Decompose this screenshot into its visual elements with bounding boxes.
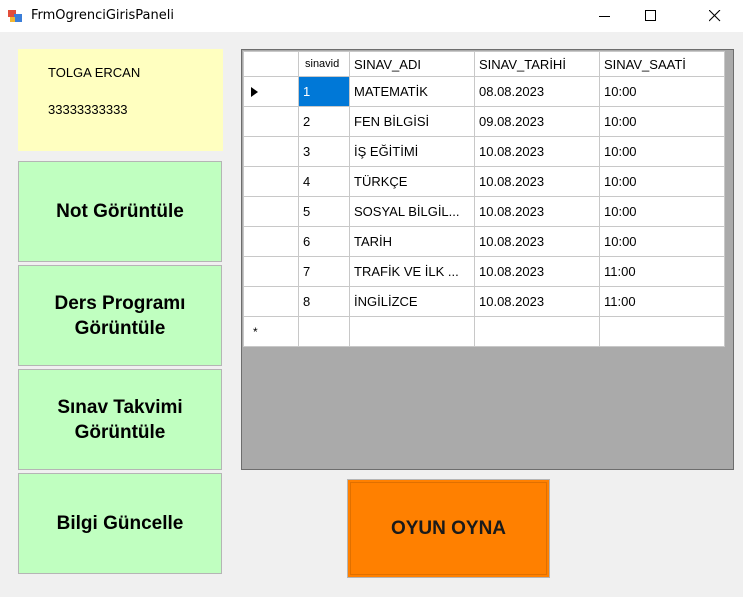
row-header[interactable]: [243, 286, 299, 317]
cell-sinav-tarihi[interactable]: [474, 316, 600, 347]
cell-sinavid[interactable]: 1: [298, 76, 350, 107]
cell-sinav-adi[interactable]: MATEMATİK: [349, 76, 475, 107]
row-header[interactable]: [243, 166, 299, 197]
cell-sinav-saati[interactable]: 10:00: [599, 166, 725, 197]
exam-table: sinavid SINAV_ADI SINAV_TARİHİ SINAV_SAA…: [243, 51, 725, 347]
cell-sinav-adi[interactable]: İŞ EĞİTİMİ: [349, 136, 475, 167]
cell-sinav-adi[interactable]: [349, 316, 475, 347]
table-row[interactable]: 1 MATEMATİK 08.08.2023 10:00: [243, 76, 725, 107]
column-header-sinav-saati[interactable]: SINAV_SAATİ: [599, 51, 725, 77]
cell-sinavid[interactable]: 3: [298, 136, 350, 167]
cell-sinavid[interactable]: 5: [298, 196, 350, 227]
cell-sinav-tarihi[interactable]: 10.08.2023: [474, 166, 600, 197]
view-exam-calendar-label: Sınav Takvimi Görüntüle: [57, 395, 182, 445]
view-exam-calendar-button[interactable]: Sınav Takvimi Görüntüle: [18, 369, 222, 470]
table-row[interactable]: 5 SOSYAL BİLGİL... 10.08.2023 10:00: [243, 196, 725, 227]
view-schedule-label: Ders Programı Görüntüle: [55, 291, 186, 341]
cell-sinav-saati[interactable]: 10:00: [599, 196, 725, 227]
close-icon: [709, 10, 721, 22]
minimize-icon: [599, 16, 610, 17]
cell-sinavid[interactable]: 6: [298, 226, 350, 257]
column-header-sinav-adi[interactable]: SINAV_ADI: [349, 51, 475, 77]
table-row[interactable]: 3 İŞ EĞİTİMİ 10.08.2023 10:00: [243, 136, 725, 167]
table-row[interactable]: 7 TRAFİK VE İLK ... 10.08.2023 11:00: [243, 256, 725, 287]
view-schedule-label-line2: Görüntüle: [74, 317, 166, 339]
cell-sinav-tarihi[interactable]: 10.08.2023: [474, 196, 600, 227]
play-game-label: OYUN OYNA: [390, 517, 507, 539]
cell-sinav-saati[interactable]: 10:00: [599, 136, 725, 167]
view-schedule-button[interactable]: Ders Programı Görüntüle: [18, 265, 222, 366]
cell-sinav-saati[interactable]: 10:00: [599, 76, 725, 107]
update-info-label: Bilgi Güncelle: [56, 513, 184, 534]
cell-sinav-saati[interactable]: 10:00: [599, 106, 725, 137]
table-row[interactable]: 6 TARİH 10.08.2023 10:00: [243, 226, 725, 257]
cell-sinavid[interactable]: 2: [298, 106, 350, 137]
window-title: FrmOgrenciGirisPaneli: [31, 8, 174, 23]
new-row[interactable]: *: [243, 316, 725, 347]
cell-sinavid[interactable]: 4: [298, 166, 350, 197]
cell-sinav-adi[interactable]: SOSYAL BİLGİL...: [349, 196, 475, 227]
cell-sinav-saati[interactable]: [599, 316, 725, 347]
cell-sinav-tarihi[interactable]: 09.08.2023: [474, 106, 600, 137]
cell-sinav-adi[interactable]: İNGİLİZCE: [349, 286, 475, 317]
student-info-panel: TOLGA ERCAN 33333333333: [18, 49, 223, 151]
title-bar: FrmOgrenciGirisPaneli: [0, 0, 743, 32]
student-number: 33333333333: [48, 102, 128, 117]
cell-sinav-tarihi[interactable]: 08.08.2023: [474, 76, 600, 107]
table-row[interactable]: 8 İNGİLİZCE 10.08.2023 11:00: [243, 286, 725, 317]
view-exam-calendar-label-line1: Sınav Takvimi: [57, 396, 183, 418]
cell-sinav-tarihi[interactable]: 10.08.2023: [474, 286, 600, 317]
maximize-icon: [645, 10, 656, 21]
row-header[interactable]: [243, 106, 299, 137]
exam-grid[interactable]: sinavid SINAV_ADI SINAV_TARİHİ SINAV_SAA…: [241, 49, 734, 470]
row-header[interactable]: [243, 256, 299, 287]
app-icon: [8, 10, 22, 22]
table-row[interactable]: 4 TÜRKÇE 10.08.2023 10:00: [243, 166, 725, 197]
view-schedule-label-line1: Ders Programı: [54, 292, 186, 314]
update-info-button[interactable]: Bilgi Güncelle: [18, 473, 222, 574]
new-row-marker: *: [253, 325, 258, 339]
cell-sinavid[interactable]: [298, 316, 350, 347]
cell-sinavid[interactable]: 8: [298, 286, 350, 317]
row-pointer-icon: [251, 87, 258, 97]
row-header[interactable]: [243, 196, 299, 227]
grid-corner-header[interactable]: [243, 51, 299, 77]
cell-sinavid[interactable]: 7: [298, 256, 350, 287]
play-game-button[interactable]: OYUN OYNA: [347, 479, 550, 578]
cell-sinav-tarihi[interactable]: 10.08.2023: [474, 226, 600, 257]
cell-sinav-tarihi[interactable]: 10.08.2023: [474, 136, 600, 167]
close-button[interactable]: [692, 0, 738, 32]
cell-sinav-adi[interactable]: TRAFİK VE İLK ...: [349, 256, 475, 287]
cell-sinav-saati[interactable]: 11:00: [599, 256, 725, 287]
column-header-sinavid[interactable]: sinavid: [298, 51, 350, 77]
row-header[interactable]: [243, 226, 299, 257]
row-header[interactable]: *: [243, 316, 299, 347]
cell-sinav-adi[interactable]: FEN BİLGİSİ: [349, 106, 475, 137]
cell-sinav-tarihi[interactable]: 10.08.2023: [474, 256, 600, 287]
table-row[interactable]: 2 FEN BİLGİSİ 09.08.2023 10:00: [243, 106, 725, 137]
grid-header-row: sinavid SINAV_ADI SINAV_TARİHİ SINAV_SAA…: [243, 51, 725, 77]
column-header-sinav-tarihi[interactable]: SINAV_TARİHİ: [474, 51, 600, 77]
row-header[interactable]: [243, 136, 299, 167]
student-name: TOLGA ERCAN: [48, 65, 141, 80]
row-header[interactable]: [243, 76, 299, 107]
cell-sinav-saati[interactable]: 11:00: [599, 286, 725, 317]
maximize-button[interactable]: [628, 0, 674, 32]
minimize-button[interactable]: [582, 0, 628, 32]
cell-sinav-saati[interactable]: 10:00: [599, 226, 725, 257]
view-grades-label: Not Görüntüle: [56, 201, 184, 222]
cell-sinav-adi[interactable]: TÜRKÇE: [349, 166, 475, 197]
view-grades-button[interactable]: Not Görüntüle: [18, 161, 222, 262]
cell-sinav-adi[interactable]: TARİH: [349, 226, 475, 257]
view-exam-calendar-label-line2: Görüntüle: [74, 421, 166, 443]
